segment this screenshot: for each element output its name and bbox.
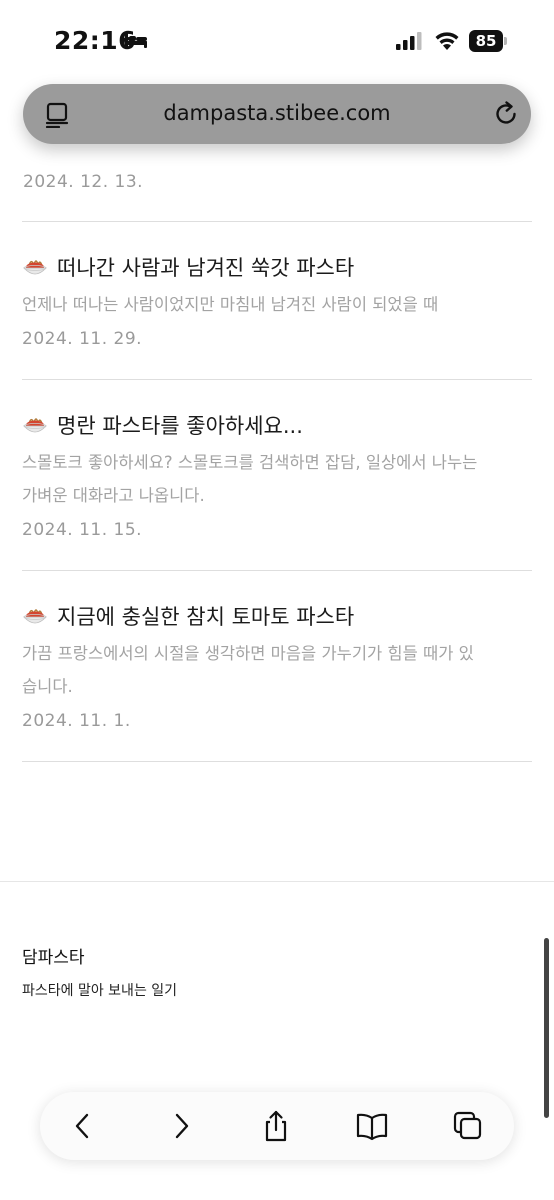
bookmarks-button[interactable]	[355, 1109, 389, 1143]
post-excerpt: 스몰토크 좋아하세요? 스몰토크를 검색하면 잡담, 일상에서 나누는 가벼운 …	[22, 446, 532, 512]
scrollbar[interactable]	[544, 938, 549, 1118]
post-title-text[interactable]: 명란 파스타를 좋아하세요...	[57, 410, 303, 440]
forward-button[interactable]	[164, 1109, 198, 1143]
post-date: 2024. 11. 29.	[22, 329, 143, 349]
post-excerpt-line: 습니다.	[22, 677, 73, 696]
cellular-signal-icon	[396, 32, 422, 50]
back-button[interactable]	[66, 1109, 100, 1143]
status-bar: 22:16 85	[0, 0, 554, 80]
post-date: 2024. 12. 13.	[23, 172, 144, 192]
post-excerpt-line: 스몰토크 좋아하세요? 스몰토크를 검색하면 잡담, 일상에서 나누는	[22, 453, 478, 472]
post-excerpt-line: 가끔 프랑스에서의 시절을 생각하면 마음을 가누기가 힘들 때가 있	[22, 644, 474, 663]
post-title[interactable]: 떠나간 사람과 남겨진 쑥갓 파스타	[22, 252, 532, 282]
post-excerpt-line: 언제나 떠나는 사람이었지만 마침내 남겨진 사람이 되었을 때	[22, 295, 439, 314]
address-bar[interactable]: dampasta.stibee.com	[23, 84, 531, 144]
list-item[interactable]: 떠나간 사람과 남겨진 쑥갓 파스타 언제나 떠나는 사람이었지만 마침내 남겨…	[22, 222, 532, 380]
post-date: 2024. 11. 15.	[22, 520, 143, 540]
battery-level: 85	[475, 32, 497, 50]
share-button[interactable]	[259, 1109, 293, 1143]
post-title[interactable]: 명란 파스타를 좋아하세요...	[22, 410, 532, 440]
post-excerpt-line: 가벼운 대화라고 나옵니다.	[22, 486, 205, 505]
share-icon	[265, 1110, 287, 1142]
reload-icon[interactable]	[493, 101, 519, 127]
url-text[interactable]: dampasta.stibee.com	[23, 101, 531, 125]
chevron-right-icon	[175, 1113, 189, 1139]
footer-divider	[0, 881, 554, 882]
sleep-focus-icon	[125, 33, 147, 48]
wifi-icon	[435, 32, 459, 50]
list-item-previous[interactable]: 2024. 12. 13.	[22, 160, 532, 222]
post-title-text[interactable]: 떠나간 사람과 남겨진 쑥갓 파스타	[57, 252, 354, 282]
browser-toolbar	[40, 1092, 514, 1160]
post-date: 2024. 11. 1.	[22, 711, 131, 731]
footer-site-subtitle: 파스타에 말아 보내는 일기	[22, 983, 178, 999]
list-item[interactable]: 지금에 충실한 참치 토마토 파스타 가끔 프랑스에서의 시절을 생각하면 마음…	[22, 571, 532, 762]
battery-icon: 85	[469, 30, 507, 52]
list-item[interactable]: 명란 파스타를 좋아하세요... 스몰토크 좋아하세요? 스몰토크를 검색하면 …	[22, 380, 532, 571]
footer-site-title: 담파스타	[22, 948, 85, 968]
tabs-button[interactable]	[451, 1109, 485, 1143]
chevron-left-icon	[75, 1113, 89, 1139]
book-icon	[356, 1113, 388, 1141]
pasta-icon	[23, 609, 47, 624]
post-title-text[interactable]: 지금에 충실한 참치 토마토 파스타	[57, 601, 354, 631]
post-excerpt: 언제나 떠나는 사람이었지만 마침내 남겨진 사람이 되었을 때	[22, 288, 532, 321]
pasta-icon	[23, 418, 47, 433]
post-excerpt: 가끔 프랑스에서의 시절을 생각하면 마음을 가누기가 힘들 때가 있 습니다.	[22, 637, 532, 703]
post-title[interactable]: 지금에 충실한 참치 토마토 파스타	[22, 601, 532, 631]
post-list: 2024. 12. 13. 떠나간 사람과 남겨진 쑥갓 파스타 언제나 떠나는…	[22, 160, 532, 762]
tabs-icon	[453, 1111, 482, 1140]
pasta-icon	[23, 260, 47, 275]
screen: 22:16 85 dampasta.stibee.com 2024. 12. 1…	[0, 0, 554, 1200]
